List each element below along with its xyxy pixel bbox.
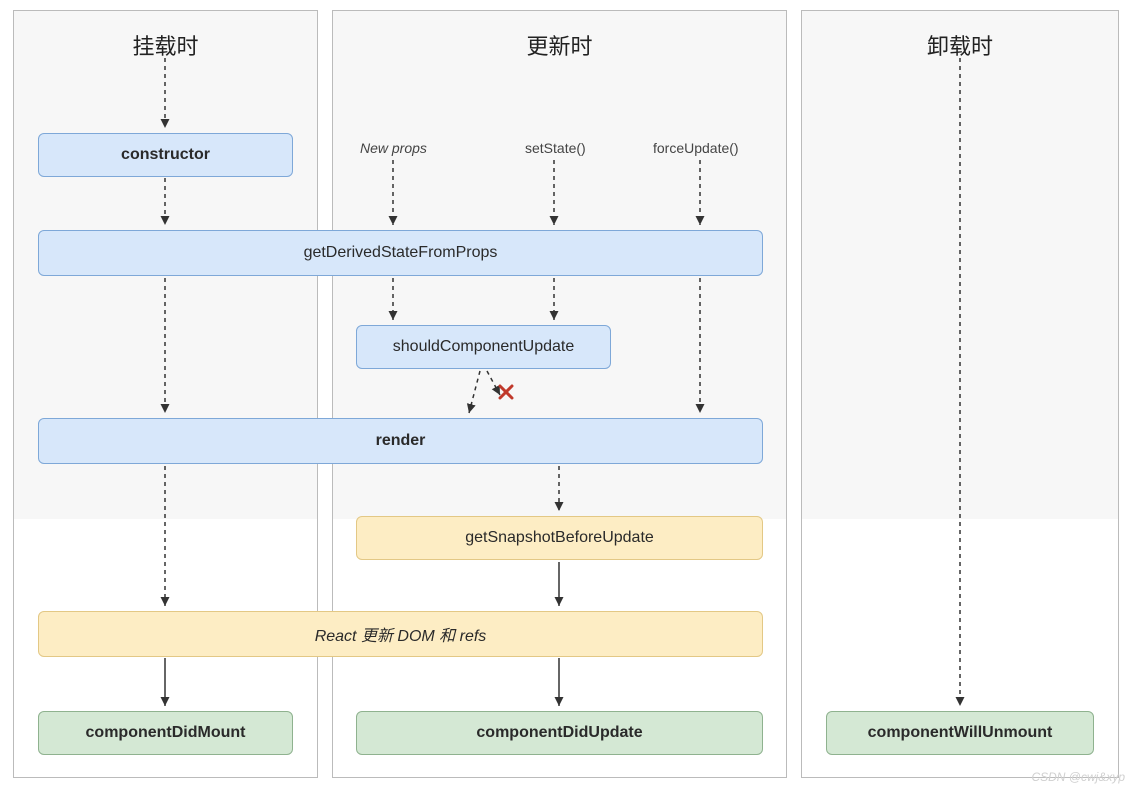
box-gdsfp-label: getDerivedStateFromProps [304,244,498,262]
panel-update: 更新时 [332,10,787,778]
box-didmount: componentDidMount [38,711,293,755]
box-scu-label: shouldComponentUpdate [393,338,574,356]
panel-unmount-title: 卸载时 [802,29,1118,61]
box-commit: React 更新 DOM 和 refs [38,611,763,657]
panel-mount: 挂载时 [13,10,318,778]
box-didupdate-label: componentDidUpdate [476,724,642,742]
label-setstate: setState() [525,140,586,156]
panel-unmount: 卸载时 [801,10,1119,778]
label-newprops: New props [360,140,427,156]
box-willunmount: componentWillUnmount [826,711,1094,755]
box-didupdate: componentDidUpdate [356,711,763,755]
panel-unmount-top [802,11,1118,519]
box-snapshot-label: getSnapshotBeforeUpdate [465,529,654,547]
box-gdsfp: getDerivedStateFromProps [38,230,763,276]
box-render-label: render [376,432,426,450]
box-willunmount-label: componentWillUnmount [868,724,1053,742]
label-forceupdate: forceUpdate() [653,140,739,156]
box-constructor: constructor [38,133,293,177]
box-render: render [38,418,763,464]
box-scu: shouldComponentUpdate [356,325,611,369]
box-didmount-label: componentDidMount [86,724,246,742]
panel-update-title: 更新时 [333,29,786,61]
watermark: CSDN @cwj&xyp [1031,770,1125,784]
box-commit-label: React 更新 DOM 和 refs [315,622,487,646]
box-constructor-label: constructor [121,146,210,164]
box-snapshot: getSnapshotBeforeUpdate [356,516,763,560]
panel-mount-title: 挂载时 [14,29,317,61]
lifecycle-diagram: 挂载时 更新时 卸载时 constructor getDerivedStateF… [0,0,1133,788]
